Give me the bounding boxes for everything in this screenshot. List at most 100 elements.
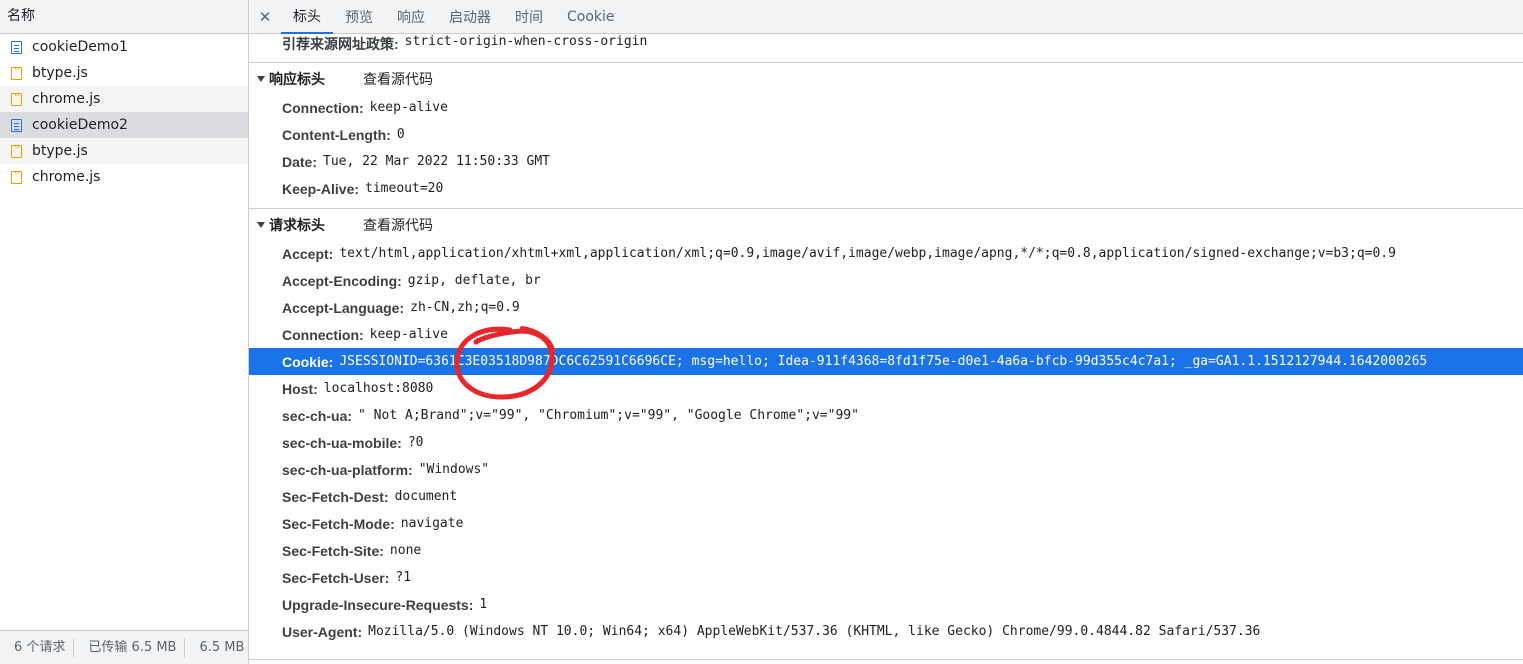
header-row: sec-ch-ua-platform: "Windows" [249, 456, 1523, 483]
response-headers-section[interactable]: 响应标头 查看源代码 [249, 62, 1523, 94]
header-value: "Windows" [418, 462, 490, 477]
header-key: Cookie: [282, 353, 334, 370]
header-row: Accept-Encoding: gzip, deflate, br [249, 267, 1523, 294]
header-row: Sec-Fetch-Dest: document [249, 483, 1523, 510]
header-key: Sec-Fetch-Site: [282, 542, 384, 559]
tab-preview[interactable]: 预览 [333, 0, 385, 33]
header-value: ?1 [395, 570, 412, 585]
header-row: Keep-Alive: timeout=20 [249, 175, 1523, 202]
request-list: cookieDemo1 btype.js chrome.js cookieDem… [0, 34, 248, 190]
header-value: keep-alive [369, 100, 448, 115]
request-item-selected[interactable]: cookieDemo2 [0, 112, 248, 138]
header-row: Sec-Fetch-Site: none [249, 537, 1523, 564]
details-tab-bar: ✕ 标头 预览 响应 启动器 时间 Cookie [249, 0, 1523, 34]
header-row: Connection: keep-alive [249, 321, 1523, 348]
view-source-link[interactable]: 查看源代码 [363, 69, 433, 89]
header-key: Content-Length: [282, 126, 391, 143]
header-row: User-Agent: Mozilla/5.0 (Windows NT 10.0… [249, 618, 1523, 645]
header-row: sec-ch-ua-mobile: ?0 [249, 429, 1523, 456]
request-item[interactable]: cookieDemo1 [0, 34, 248, 60]
request-item[interactable]: btype.js [0, 138, 248, 164]
resource-size: 6.5 MB [199, 639, 245, 655]
transferred-size: 已传输 6.5 MB [74, 637, 186, 658]
request-headers-section[interactable]: 请求标头 查看源代码 [249, 208, 1523, 240]
header-value: localhost:8080 [323, 381, 434, 396]
divider [249, 659, 1523, 660]
document-icon [11, 40, 22, 54]
header-row: Connection: keep-alive [249, 94, 1523, 121]
header-row: Accept-Language: zh-CN,zh;q=0.9 [249, 294, 1523, 321]
request-item[interactable]: chrome.js [0, 86, 248, 112]
header-key: 引荐来源网址政策: [282, 36, 399, 52]
header-value: Mozilla/5.0 (Windows NT 10.0; Win64; x64… [368, 624, 1261, 639]
document-icon [11, 118, 22, 132]
request-item[interactable]: chrome.js [0, 164, 248, 190]
view-source-link[interactable]: 查看源代码 [363, 215, 433, 235]
header-key: sec-ch-ua-platform: [282, 461, 413, 478]
header-row: Accept: text/html,application/xhtml+xml,… [249, 240, 1523, 267]
header-key: Connection: [282, 99, 364, 116]
tab-initiator[interactable]: 启动器 [437, 0, 503, 33]
request-name: btype.js [32, 65, 88, 81]
header-key: Upgrade-Insecure-Requests: [282, 596, 474, 613]
name-column-header[interactable]: 名称 [0, 0, 248, 34]
referrer-policy-row: 引荐来源网址政策: strict-origin-when-cross-origi… [249, 34, 1523, 54]
header-key: Sec-Fetch-Mode: [282, 515, 395, 532]
request-name: chrome.js [32, 91, 101, 107]
header-row: Date: Tue, 22 Mar 2022 11:50:33 GMT [249, 148, 1523, 175]
header-value: " Not A;Brand";v="99", "Chromium";v="99"… [358, 408, 859, 423]
header-key: Host: [282, 380, 318, 397]
request-count: 6 个请求 [0, 637, 75, 658]
header-key: Date: [282, 153, 318, 170]
section-title: 请求标头 [269, 216, 325, 233]
header-key: Sec-Fetch-User: [282, 569, 390, 586]
devtools-network-panel: 名称 cookieDemo1 btype.js chrome.js cookie… [0, 0, 1523, 664]
header-value: strict-origin-when-cross-origin [404, 34, 648, 49]
header-key: sec-ch-ua: [282, 407, 353, 424]
headers-content: 引荐来源网址政策: strict-origin-when-cross-origi… [249, 34, 1523, 645]
script-icon [11, 168, 22, 184]
header-value: text/html,application/xhtml+xml,applicat… [339, 246, 1396, 261]
header-row: Content-Length: 0 [249, 121, 1523, 148]
request-list-panel: 名称 cookieDemo1 btype.js chrome.js cookie… [0, 0, 249, 664]
header-row: sec-ch-ua: " Not A;Brand";v="99", "Chrom… [249, 402, 1523, 429]
header-key: Accept-Language: [282, 299, 405, 316]
header-value: Tue, 22 Mar 2022 11:50:33 GMT [323, 154, 550, 169]
header-value: zh-CN,zh;q=0.9 [410, 300, 520, 315]
tab-response[interactable]: 响应 [385, 0, 437, 33]
header-row: Host: localhost:8080 [249, 375, 1523, 402]
header-value: timeout=20 [365, 181, 444, 196]
header-key: Accept: [282, 245, 334, 262]
header-row: Sec-Fetch-User: ?1 [249, 564, 1523, 591]
request-item[interactable]: btype.js [0, 60, 248, 86]
section-title: 响应标头 [269, 70, 325, 87]
request-name: btype.js [32, 143, 88, 159]
header-value: 1 [479, 597, 488, 612]
request-name: cookieDemo2 [32, 117, 128, 133]
collapse-triangle-icon[interactable] [257, 221, 265, 228]
header-value: 0 [396, 127, 405, 142]
request-name: chrome.js [32, 169, 101, 185]
cookie-header-row-selected[interactable]: Cookie: JSESSIONID=6361C3E03518D987DC6C6… [249, 348, 1523, 375]
header-key: Sec-Fetch-Dest: [282, 488, 389, 505]
script-icon [11, 90, 22, 106]
tab-cookies[interactable]: Cookie [555, 0, 627, 33]
collapse-triangle-icon[interactable] [257, 75, 265, 82]
header-value: ?0 [407, 435, 424, 450]
script-icon [11, 142, 22, 158]
header-value: none [389, 543, 422, 558]
header-key: Connection: [282, 326, 364, 343]
header-key: Accept-Encoding: [282, 272, 402, 289]
header-key: User-Agent: [282, 623, 363, 640]
header-value: JSESSIONID=6361C3E03518D987DC6C62591C669… [339, 354, 1428, 369]
header-value: keep-alive [369, 327, 448, 342]
status-bar: 6 个请求 已传输 6.5 MB 6.5 MB [0, 630, 248, 664]
tab-timing[interactable]: 时间 [503, 0, 555, 33]
header-value: navigate [400, 516, 464, 531]
tab-headers[interactable]: 标头 [281, 0, 333, 34]
header-value: document [394, 489, 458, 504]
header-key: Keep-Alive: [282, 180, 360, 197]
request-details-panel: ✕ 标头 预览 响应 启动器 时间 Cookie 引荐来源网址政策: stric… [249, 0, 1523, 664]
header-row: Sec-Fetch-Mode: navigate [249, 510, 1523, 537]
close-icon[interactable]: ✕ [249, 0, 281, 33]
